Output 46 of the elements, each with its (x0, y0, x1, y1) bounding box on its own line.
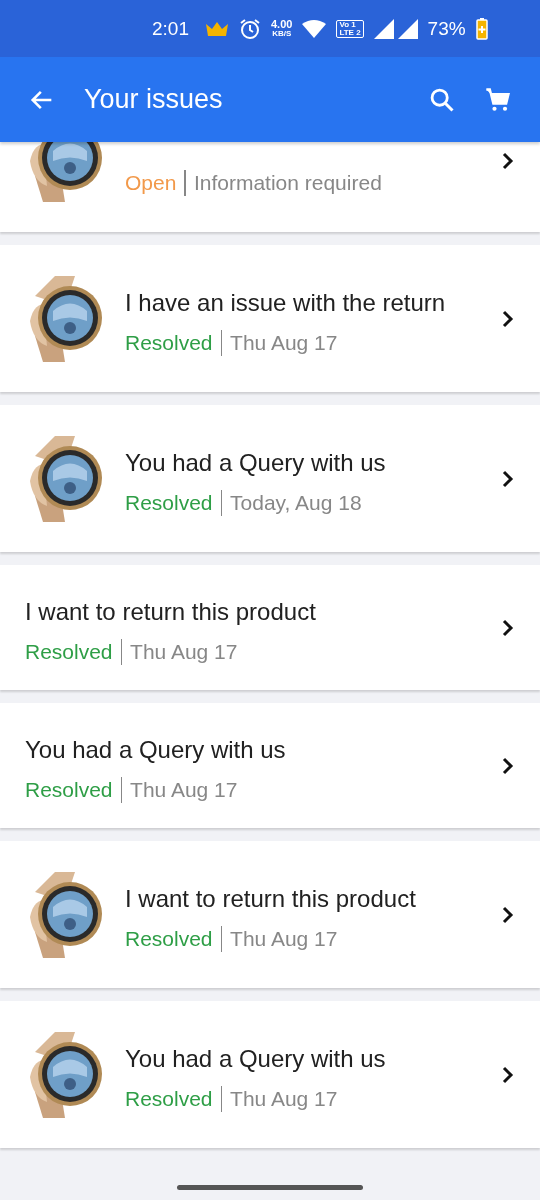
signal-icon (373, 18, 418, 39)
issue-detail: Thu Aug 17 (130, 640, 238, 664)
crown-icon (205, 20, 229, 37)
issue-status: Resolved (25, 640, 113, 664)
issue-status: Open (125, 171, 177, 195)
chevron-right-icon (501, 308, 515, 329)
issue-title: You had a Query with us (125, 1044, 387, 1074)
chevron-right-icon (501, 617, 515, 638)
issue-detail: Thu Aug 17 (230, 927, 338, 951)
issue-detail: Thu Aug 17 (230, 331, 338, 355)
issue-detail: Thu Aug 17 (230, 1087, 338, 1111)
issue-card[interactable]: You had a Query with us Resolved Today, Aug 18 (0, 405, 540, 552)
chevron-right-icon (501, 1064, 515, 1085)
issue-detail: Today, Aug 18 (230, 491, 362, 515)
issue-detail: Information required (193, 171, 382, 195)
issue-status: Resolved (125, 927, 213, 951)
issue-title: I want to return this product (25, 597, 317, 627)
issue-status: Resolved (25, 778, 113, 802)
issue-card[interactable]: I want to return this product Resolved Thu Aug 17 (0, 841, 540, 988)
issue-title: I want to return this product (125, 884, 417, 914)
status-time: 2:01 (152, 17, 189, 40)
issue-status: Resolved (125, 1087, 213, 1111)
cart-button[interactable] (484, 85, 512, 114)
alarm-icon (239, 17, 261, 40)
issue-card[interactable]: You had a Query with us Resolved Thu Aug 17 (0, 1001, 540, 1148)
battery-level: 73% (427, 17, 466, 40)
network-speed: 4.00 (271, 19, 293, 30)
issue-detail: Thu Aug 17 (130, 778, 238, 802)
issue-title: You had a Query with us (125, 448, 387, 478)
issue-status: Resolved (125, 331, 213, 355)
chevron-right-icon (501, 904, 515, 925)
chevron-right-icon (501, 468, 515, 489)
chevron-right-icon (501, 151, 515, 171)
volte-badge: Vo 1 LTE 2 (336, 19, 364, 38)
issue-title: I have an issue with the return (125, 288, 447, 318)
issue-card[interactable]: I have an issue with the return Resolved Thu Aug 17 (0, 245, 540, 392)
issue-card[interactable]: I want to return this product Resolved Thu Aug 17 (0, 565, 540, 690)
chevron-right-icon (501, 755, 515, 776)
wifi-icon (302, 19, 327, 38)
page-title: Your issues (84, 84, 224, 115)
battery-icon (475, 17, 488, 40)
issue-card[interactable]: Open Information required (0, 142, 540, 232)
network-speed-unit: KB/S (272, 30, 292, 38)
issue-title: You had a Query with us (25, 735, 287, 765)
issue-card[interactable]: You had a Query with us Resolved Thu Aug 17 (0, 703, 540, 828)
issue-status: Resolved (125, 491, 213, 515)
